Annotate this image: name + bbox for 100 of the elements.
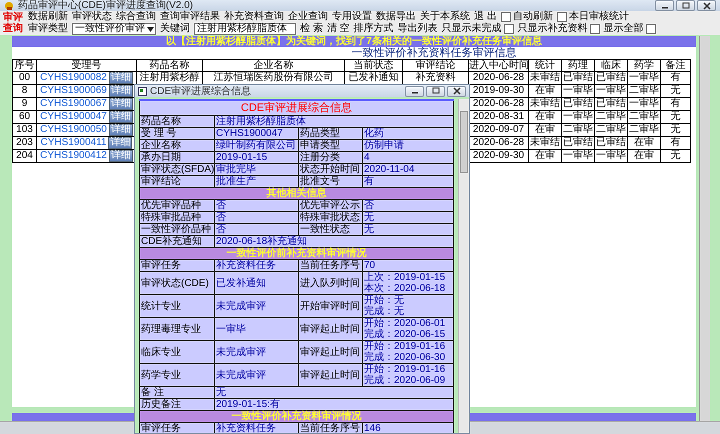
- column-header: 药品名称: [136, 60, 202, 72]
- table-cell: 已审结: [562, 72, 594, 84]
- table-cell: 2020-06-28: [468, 72, 528, 84]
- value-cell: 注射用紫杉醇脂质体: [214, 116, 454, 128]
- value-cell: 否: [214, 200, 298, 212]
- table-cell: 已审结: [594, 72, 628, 84]
- label-cell: 备 注: [140, 386, 214, 398]
- table-cell: 未审结: [528, 136, 562, 150]
- toolbar-link[interactable]: 排序方式: [354, 23, 394, 35]
- table-cell: 二审毕: [628, 110, 660, 124]
- label-cell: 特殊审批品种: [140, 212, 214, 224]
- field-label: 审评类型: [28, 23, 68, 35]
- label-cell: 特殊审批状态: [298, 212, 362, 224]
- acceptance-link[interactable]: CYHS1900411: [40, 137, 106, 148]
- toolbar-link[interactable]: 检 索: [300, 23, 323, 35]
- table-cell: 有: [660, 98, 690, 110]
- logo-text: 审评: [3, 12, 23, 23]
- value-cell: 化药: [362, 128, 454, 140]
- label-cell: 优先审评品种: [140, 200, 214, 212]
- table-cell: 一审毕: [562, 84, 594, 98]
- toolbar-link[interactable]: 审评状态: [72, 11, 112, 23]
- label-cell: 企业名称: [140, 140, 214, 152]
- table-cell: 无: [660, 150, 690, 162]
- table-cell: 一审毕: [594, 84, 628, 98]
- label-cell: 受 理 号: [140, 128, 214, 140]
- table-cell: 在审: [528, 124, 562, 136]
- column-header: 备注: [660, 60, 690, 72]
- table-heading: 一致性评价补充资料任务审评信息: [350, 47, 518, 59]
- keyword-field[interactable]: 注射用紫杉醇脂质体: [194, 23, 296, 35]
- table-cell: 已审结: [562, 136, 594, 150]
- section-header: 一致性评价前补充资料审评情况: [140, 248, 454, 260]
- acceptance-link[interactable]: CYHS1900067: [40, 98, 107, 109]
- label-cell: 一致性评价品种: [140, 224, 214, 236]
- time-text: 完成：2020-06-15: [364, 329, 446, 340]
- label-cell: 统计专业: [140, 294, 214, 318]
- section-header: 一致性评价补充资料审评情况: [140, 410, 454, 422]
- label-cell: 审评状态(CDE): [140, 272, 214, 294]
- table-cell: 一审毕: [562, 150, 594, 162]
- acceptance-link[interactable]: CYHS1900047: [40, 111, 107, 122]
- toolbar-link[interactable]: 退 出: [474, 11, 497, 23]
- table-cell: 二审毕: [628, 124, 660, 136]
- value-cell: 否: [362, 200, 454, 212]
- value-cell: 未完成审评: [214, 364, 298, 386]
- type-dropdown[interactable]: 一致性评价审评: [72, 23, 156, 35]
- checkbox-label: 只显示未完成: [442, 23, 502, 35]
- value-cell: 补充资料任务: [214, 260, 298, 272]
- column-header: 临床: [594, 60, 628, 72]
- table-cell: 未审结: [528, 72, 562, 84]
- column-header: 序号: [12, 60, 36, 72]
- toolbar-link[interactable]: 综合查询: [116, 11, 156, 23]
- toolbar-link[interactable]: 专用设置: [332, 11, 372, 23]
- checkbox-label: 本日审核统计: [568, 11, 629, 22]
- label-cell: 当前任务序号: [298, 260, 362, 272]
- table-cell: 二审毕: [594, 110, 628, 124]
- table-cell: 203: [12, 136, 36, 150]
- value-cell: 仿制申请: [362, 140, 454, 152]
- value-cell: 2020-11-04: [362, 164, 454, 176]
- column-header: 企业名称: [202, 60, 344, 72]
- value-cell: 已发补通知: [214, 272, 298, 294]
- time-text: 完成：2020-06-09: [364, 375, 446, 386]
- table-cell: 二审毕: [594, 124, 628, 136]
- label-cell: 药理毒理专业: [140, 318, 214, 340]
- table-cell: 已审结: [562, 98, 594, 110]
- acceptance-link[interactable]: CYHS1900050: [40, 124, 107, 135]
- value-cell: 146: [362, 422, 454, 433]
- table-cell: 9: [12, 98, 36, 110]
- label-cell: 开始审评时间: [298, 294, 362, 318]
- toolbar-link[interactable]: 导出列表: [398, 23, 438, 35]
- toolbar-link[interactable]: 企业查询: [288, 11, 328, 23]
- toolbar-link[interactable]: 数据导出: [376, 11, 416, 23]
- label-cell: 进入队列时间: [298, 272, 362, 294]
- toolbar-link[interactable]: 关于本系统: [420, 11, 470, 23]
- value-cell: 2019-01-15: [214, 152, 298, 164]
- value-cell: 未完成审评: [214, 294, 298, 318]
- acceptance-link[interactable]: CYHS1900082: [40, 72, 107, 83]
- table-cell: 一审毕: [594, 150, 628, 162]
- value-cell: CYHS1900047: [214, 128, 298, 140]
- toolbar-link[interactable]: 查询审评结果: [160, 11, 220, 23]
- value-cell: 4: [362, 152, 454, 164]
- toolbar-link[interactable]: 补充资料查询: [224, 11, 284, 23]
- label-cell: 审评起止时间: [298, 318, 362, 340]
- time-text: 完成：2020-06-30: [364, 352, 446, 363]
- label-cell: 审评状态(SFDA): [140, 164, 214, 176]
- time-text: 完成：无: [364, 306, 405, 317]
- value-cell: 否: [214, 224, 298, 236]
- label-cell: 药学专业: [140, 364, 214, 386]
- table-cell: 在审: [528, 84, 562, 98]
- column-header: 统计: [528, 60, 562, 72]
- table-cell: 在审: [628, 136, 660, 150]
- label-cell: 承办日期: [140, 152, 214, 164]
- table-cell: 已审结: [594, 98, 628, 110]
- time-text: 开始：2019-01-16: [364, 341, 446, 352]
- value-cell: 一审毕: [214, 318, 298, 340]
- time-text: 上次：2019-01-15: [364, 272, 446, 283]
- acceptance-link[interactable]: CYHS1900069: [40, 85, 107, 96]
- label-cell: 优先审评公示: [298, 200, 362, 212]
- toolbar-link[interactable]: 清 空: [326, 23, 350, 35]
- toolbar-link[interactable]: 数据刷新: [28, 11, 68, 23]
- acceptance-link[interactable]: CYHS1900412: [40, 150, 107, 161]
- table-cell: 60: [12, 110, 36, 124]
